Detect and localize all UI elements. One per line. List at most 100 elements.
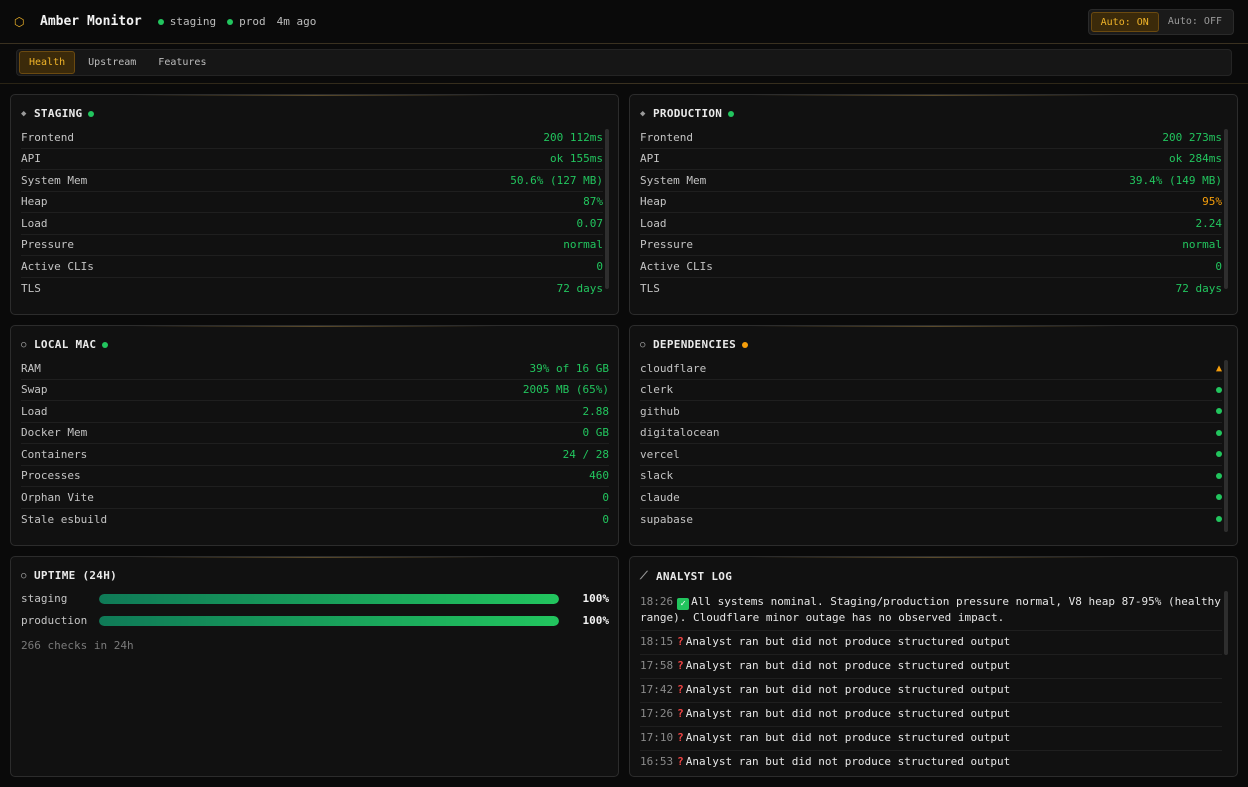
metric-row: Pressure normal	[21, 235, 603, 256]
log-time: 18:15	[640, 635, 674, 648]
panel-title: ◆ PRODUCTION	[640, 107, 735, 120]
circle-icon: ○	[21, 339, 27, 350]
activity-chart-icon: ⟋	[640, 569, 648, 582]
metric-row: Frontend 200 273ms	[640, 127, 1222, 149]
uptime-bar-fill	[99, 615, 559, 626]
metric-row: System Mem 50.6% (127 MB)	[21, 170, 603, 192]
metric-value: 2.88	[582, 404, 610, 418]
env-prod-indicator: prod	[227, 15, 266, 28]
dependency-row: digitalocean	[640, 423, 1222, 444]
log-entry: 17:10? Analyst ran but did not produce st…	[640, 727, 1222, 751]
dependency-name: digitalocean	[640, 426, 720, 440]
metric-row: API ok 284ms	[640, 149, 1222, 170]
checks-count: 266 checks in 24h	[21, 639, 134, 652]
auto-off-button[interactable]: Auto: OFF	[1159, 12, 1231, 32]
uptime-bar	[99, 593, 559, 604]
status-dot-icon	[88, 110, 95, 117]
metric-label: Pressure	[21, 238, 74, 252]
status-dot-icon	[1216, 472, 1222, 479]
question-icon: ?	[677, 659, 684, 672]
metric-label: Stale esbuild	[21, 512, 108, 526]
metric-row: TLS 72 days	[640, 278, 1222, 300]
dependency-name: github	[640, 404, 680, 418]
log-time: 17:42	[640, 683, 674, 696]
panel-title-text: LOCAL MAC	[34, 338, 97, 351]
dependency-row: slack	[640, 466, 1222, 487]
app-title: Amber Monitor	[40, 14, 142, 29]
dependency-name: vercel	[640, 447, 680, 461]
dependency-row: supabase	[640, 509, 1222, 531]
metric-value: 39.4% (149 MB)	[1129, 173, 1222, 187]
status-dot-icon	[1216, 429, 1222, 436]
metric-row: Frontend 200 112ms	[21, 127, 603, 149]
log-message: Analyst ran but did not produce structur…	[685, 659, 1011, 672]
metric-value: 72 days	[1175, 281, 1222, 295]
uptime-label: staging	[21, 592, 68, 605]
panel-title: ◆ STAGING	[21, 107, 95, 120]
diamond-icon: ◆	[640, 108, 646, 119]
metric-value: 0	[1215, 259, 1222, 273]
scrollbar[interactable]	[1224, 129, 1228, 289]
top-bar: ⬡ Amber Monitor staging prod 4m ago Auto…	[0, 0, 1248, 44]
metric-label: API	[21, 152, 41, 166]
metric-label: Heap	[21, 195, 48, 209]
metric-row: Swap 2005 MB (65%)	[21, 380, 609, 401]
dependencies-panel: ○ DEPENDENCIES cloudflare ▲ clerk github dig…	[629, 325, 1238, 546]
metric-label: Load	[21, 404, 48, 418]
metric-row: Load 0.07	[21, 213, 603, 235]
dependency-name: slack	[640, 469, 674, 483]
metric-value: 87%	[583, 195, 603, 209]
env-staging-indicator: staging	[157, 15, 216, 28]
uptime-panel: ○ UPTIME (24H) staging 100% production 1…	[10, 556, 619, 777]
status-dot-icon	[1216, 451, 1222, 458]
status-dot-icon	[157, 18, 164, 25]
question-icon: ?	[677, 731, 684, 744]
question-icon: ?	[677, 683, 684, 696]
metric-label: System Mem	[21, 173, 88, 187]
log-time: 18:26	[640, 595, 674, 608]
scrollbar[interactable]	[1224, 591, 1228, 655]
dependency-name: cloudflare	[640, 361, 707, 375]
metric-row: Containers 24 / 28	[21, 444, 609, 466]
metric-label: Frontend	[640, 130, 693, 144]
metric-row: Active CLIs 0	[640, 256, 1222, 278]
tab-health[interactable]: Health	[19, 51, 76, 74]
tab-upstream[interactable]: Upstream	[79, 52, 145, 73]
log-list: 18:26 ✓ All systems nominal. Staging/produ…	[640, 591, 1222, 767]
metric-row: Heap 95%	[640, 192, 1222, 213]
status-dot-icon	[1216, 386, 1222, 393]
metric-row: Orphan Vite 0	[21, 487, 609, 509]
metric-row: Stale esbuild 0	[21, 509, 609, 531]
log-entry: 17:58? Analyst ran but did not produce st…	[640, 655, 1222, 679]
question-icon: ?	[677, 707, 684, 720]
status-dot-icon	[102, 341, 109, 348]
question-icon: ?	[677, 635, 684, 648]
tab-features[interactable]: Features	[149, 52, 215, 73]
panel-title-text: STAGING	[34, 107, 83, 120]
metric-value: 0	[602, 490, 609, 504]
scrollbar[interactable]	[1224, 360, 1228, 532]
auto-on-button[interactable]: Auto: ON	[1090, 12, 1159, 32]
status-dot-icon	[1216, 494, 1222, 501]
status-dot-icon	[728, 110, 735, 117]
uptime-percent: 100%	[582, 614, 610, 627]
panel-title: ○ LOCAL MAC	[21, 338, 109, 351]
log-entry: 18:15? Analyst ran but did not produce st…	[640, 631, 1222, 655]
metric-value: 95%	[1202, 195, 1222, 209]
status-dot-icon	[1216, 408, 1222, 415]
metric-label: Heap	[640, 195, 667, 209]
metric-value: ok 155ms	[550, 152, 603, 166]
scrollbar[interactable]	[605, 129, 609, 289]
metric-label: Active CLIs	[640, 259, 713, 273]
metric-row: Load 2.88	[21, 401, 609, 423]
metric-row: Processes 460	[21, 466, 609, 487]
panel-title-text: UPTIME (24H)	[34, 569, 118, 582]
log-entry: 16:53? Analyst ran but did not produce st…	[640, 751, 1222, 767]
metric-value: 39% of 16 GB	[529, 361, 609, 375]
metric-label: Active CLIs	[21, 259, 94, 273]
metric-value: normal	[1182, 238, 1222, 252]
metric-value: 2.24	[1195, 216, 1223, 230]
dependency-name: claude	[640, 490, 680, 504]
panel-title-text: DEPENDENCIES	[653, 338, 737, 351]
env-label: prod	[239, 15, 266, 28]
